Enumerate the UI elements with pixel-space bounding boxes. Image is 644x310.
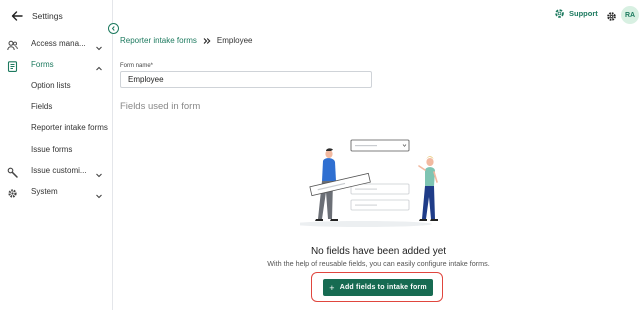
empty-state-illustration: [292, 136, 460, 230]
collapse-sidebar-button[interactable]: [108, 23, 119, 34]
sidebar-subitem-fields[interactable]: Fields: [31, 102, 52, 111]
sidebar-item-label: System: [31, 186, 58, 196]
settings-gear-icon[interactable]: [606, 9, 617, 21]
chevron-left-icon: [111, 26, 115, 31]
sidebar-subitem-issue-forms[interactable]: Issue forms: [31, 145, 72, 154]
support-icon: [555, 9, 564, 18]
wrench-icon: [7, 165, 18, 178]
chevron-down-icon: [95, 39, 103, 51]
section-title: Fields used in form: [120, 101, 201, 112]
form-name-input[interactable]: [120, 71, 372, 88]
sidebar-item-access-management[interactable]: Access mana...: [0, 35, 112, 51]
double-chevron-right-icon: [203, 37, 211, 45]
sidebar-item-forms[interactable]: Forms: [0, 56, 112, 72]
back-arrow-icon[interactable]: [10, 9, 24, 23]
sidebar-subitem-option-lists[interactable]: Option lists: [31, 81, 71, 90]
plus-icon: +: [329, 282, 335, 293]
users-icon: [7, 38, 18, 50]
sidebar: Settings Access mana... Forms Option lis…: [0, 0, 113, 310]
empty-state-subtitle: With the help of reusable fields, you ca…: [267, 259, 490, 268]
sidebar-item-label: Issue customi...: [31, 165, 87, 175]
breadcrumb-parent-link[interactable]: Reporter intake forms: [120, 36, 197, 45]
support-link[interactable]: Support: [555, 9, 598, 18]
chevron-up-icon: [95, 60, 103, 71]
chevron-down-icon: [95, 187, 103, 199]
gear-icon: [7, 186, 18, 198]
add-fields-button-label: Add fields to intake form: [339, 284, 427, 291]
sidebar-header: Settings: [10, 9, 63, 23]
user-avatar[interactable]: RA: [621, 6, 639, 24]
add-fields-button[interactable]: + Add fields to intake form: [323, 279, 433, 296]
form-name-label: Form name*: [120, 63, 154, 69]
support-label: Support: [569, 9, 598, 18]
sidebar-item-label: Access mana...: [31, 38, 86, 48]
sidebar-item-label: Forms: [31, 59, 54, 69]
forms-icon: [7, 59, 18, 72]
sidebar-title: Settings: [32, 11, 63, 21]
breadcrumb-current: Employee: [216, 36, 253, 45]
breadcrumb: Reporter intake forms Employee: [120, 36, 253, 45]
sidebar-subitem-reporter-intake-forms[interactable]: Reporter intake forms: [31, 123, 108, 132]
chevron-down-icon: [95, 166, 103, 178]
sidebar-item-issue-customization[interactable]: Issue customi...: [0, 162, 112, 178]
sidebar-item-system[interactable]: System: [0, 183, 112, 199]
empty-state-title: No fields have been added yet: [310, 246, 447, 257]
